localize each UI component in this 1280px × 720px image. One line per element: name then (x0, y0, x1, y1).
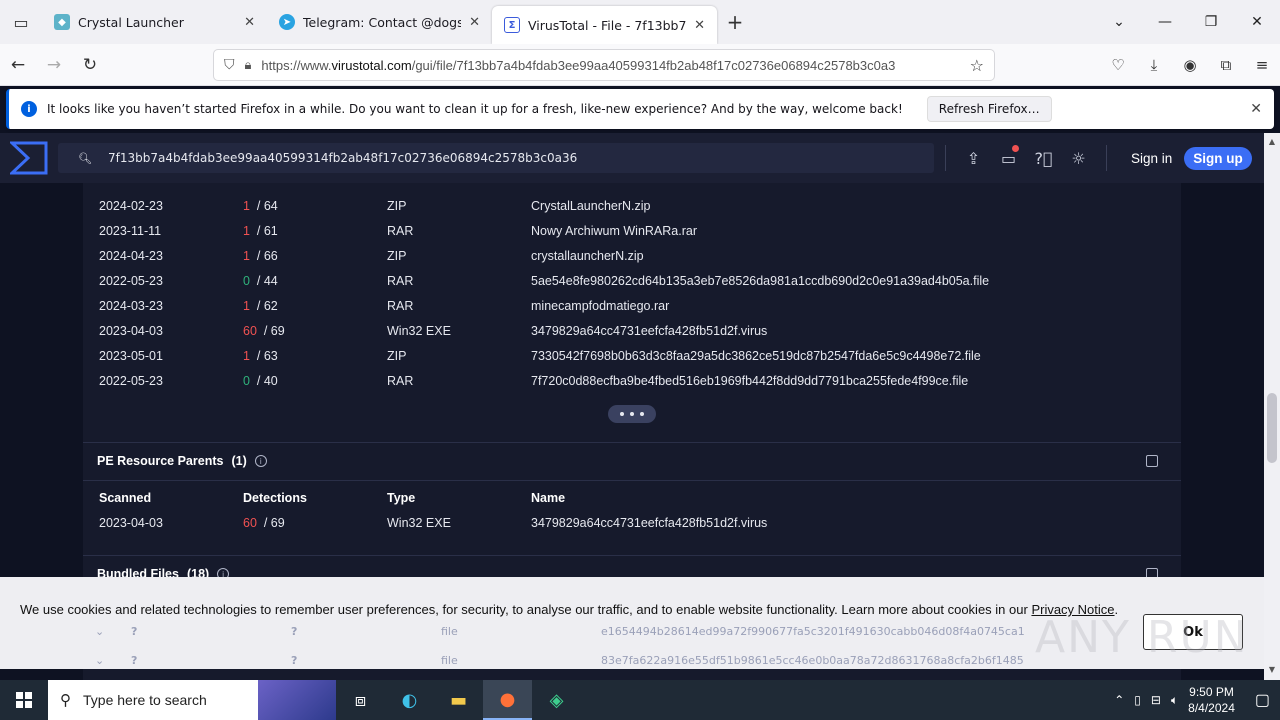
divider (83, 480, 1181, 481)
system-tray: ⌃ ▯ ⊟ 🔈︎ 9:50 PM 8/4/2024 ▢ (1114, 684, 1280, 716)
vt-header-actions: ⇪ ▭ ?⃝ ☼ Sign in Sign up (945, 133, 1252, 183)
tab-virustotal[interactable]: Σ VirusTotal - File - 7f13bb7a4b4f ✕ (492, 6, 717, 44)
cookie-text: We use cookies and related technologies … (20, 602, 1119, 617)
browser-tab-bar: ▭ ◆ Crystal Launcher ✕ ➤ Telegram: Conta… (0, 0, 1280, 44)
downloads-icon[interactable]: ⤓ (1136, 56, 1172, 74)
table-row[interactable]: 2023-04-03 60 / 69 Win32 EXE 3479829a64c… (99, 510, 1131, 535)
crystal-launcher-taskbar-icon[interactable]: ◈ (532, 680, 581, 720)
extensions-icon[interactable]: ⧉ (1208, 56, 1244, 74)
table-header: Scanned Detections Type Name (99, 490, 566, 505)
restore-icon[interactable]: ❐ (1188, 14, 1234, 30)
info-icon: i (21, 101, 37, 117)
upload-icon[interactable]: ⇪ (956, 149, 991, 168)
vt-search-input[interactable]: 🔍︎ 7f13bb7a4b4fdab3ee99aa40599314fb2ab48… (58, 143, 934, 173)
forward-icon[interactable]: → (36, 55, 72, 75)
search-highlight-image (258, 680, 336, 720)
page-scrollbar[interactable]: ▲ ▼ (1264, 133, 1280, 680)
clock[interactable]: 9:50 PM 8/4/2024 (1188, 684, 1235, 716)
account-icon[interactable]: ◉ (1172, 56, 1208, 74)
search-icon: 🔍︎ (78, 151, 92, 165)
table-row[interactable]: 2024-03-23 1 / 62 RAR minecampfodmatiego.ra… (99, 293, 1131, 318)
ghost-row: ⌄ ? ? file 83e7fa622a916e55df51b9861e5cc… (95, 654, 1024, 667)
virustotal-favicon-icon: Σ (504, 17, 520, 33)
network-icon[interactable]: ⊟ (1151, 693, 1161, 707)
sign-up-button[interactable]: Sign up (1184, 146, 1252, 170)
divider (83, 442, 1181, 443)
toolbar-right: ♡ ⤓ ◉ ⧉ ≡ (1100, 44, 1280, 86)
device-icon[interactable]: ▯ (1134, 693, 1141, 707)
divider (945, 145, 946, 171)
table-row[interactable]: 2023-04-03 60 / 69 Win32 EXE 3479829a64cc47… (99, 318, 1131, 343)
scroll-up-icon[interactable]: ▲ (1264, 137, 1280, 146)
notifications-icon[interactable]: ▢ (1255, 690, 1270, 710)
table-row[interactable]: 2023-05-01 1 / 63 ZIP 7330542f7698b0b63d3c8… (99, 343, 1131, 368)
table-row[interactable]: 2023-11-11 1 / 61 RAR Nowy Archiwum WinRARa… (99, 218, 1131, 243)
copy-icon[interactable] (1146, 455, 1158, 467)
virustotal-logo-icon[interactable] (0, 133, 58, 183)
theme-toggle-icon[interactable]: ☼ (1061, 149, 1096, 168)
vt-header: 🔍︎ 7f13bb7a4b4fdab3ee99aa40599314fb2ab48… (0, 133, 1264, 183)
table-row[interactable]: 2022-05-23 0 / 40 RAR 7f720c0d88ecfba9be4fb… (99, 368, 1131, 393)
back-icon[interactable]: ← (0, 55, 36, 75)
firefox-refresh-notification: i It looks like you haven’t started Fire… (6, 89, 1274, 129)
windows-taskbar: ⚲ Type here to search ⧈ ◐ ▬ ● ◈ ⌃ ▯ ⊟ 🔈︎… (0, 680, 1280, 720)
close-tab-icon[interactable]: ✕ (694, 18, 705, 33)
table-row[interactable]: 2022-05-23 0 / 44 RAR 5ae54e8fe980262cd64b1… (99, 268, 1131, 293)
divider (83, 555, 1181, 556)
close-window-icon[interactable]: ✕ (1234, 14, 1280, 30)
tab-title: Telegram: Contact @dogshouse (303, 14, 462, 30)
url-text[interactable]: https://www.virustotal.com/gui/file/7f13… (261, 58, 959, 73)
navigation-bar: ← → ↻ ⛉ 🔒︎ https://www.virustotal.com/gu… (0, 44, 1280, 86)
telegram-favicon-icon: ➤ (279, 14, 295, 30)
notification-text: It looks like you haven’t started Firefo… (47, 102, 903, 116)
close-tab-icon[interactable]: ✕ (469, 15, 480, 30)
shield-icon[interactable]: ⛉ (224, 57, 235, 73)
divider (1106, 145, 1107, 171)
address-bar[interactable]: ⛉ 🔒︎ https://www.virustotal.com/gui/file… (213, 49, 995, 81)
tab-title: Crystal Launcher (78, 14, 184, 30)
minimize-icon[interactable]: — (1142, 14, 1188, 30)
anyrun-watermark: ANY RUN (1035, 612, 1249, 663)
list-all-tabs-icon[interactable]: ⌄ (1096, 14, 1142, 30)
close-tab-icon[interactable]: ✕ (244, 15, 255, 30)
reload-icon[interactable]: ↻ (72, 55, 108, 75)
menu-icon[interactable]: ≡ (1244, 56, 1280, 74)
pe-section-title: PE Resource Parents (1) i (97, 454, 267, 468)
new-tab-button[interactable]: + (717, 10, 753, 34)
window-controls: ⌄ — ❐ ✕ (1096, 14, 1280, 30)
tab-telegram[interactable]: ➤ Telegram: Contact @dogshouse ✕ (267, 0, 492, 44)
task-view-icon[interactable]: ⧈ (336, 680, 385, 720)
windows-start-icon[interactable] (0, 680, 48, 720)
ghost-row: ⌄ ? ? file e1654494b28614ed99a72f990677f… (95, 625, 1025, 638)
search-icon: ⚲ (60, 692, 71, 709)
notification-dot (1012, 144, 1019, 152)
info-icon[interactable]: i (254, 455, 267, 467)
scroll-down-icon[interactable]: ▼ (1264, 665, 1280, 674)
taskbar-search-input[interactable]: ⚲ Type here to search (48, 680, 336, 720)
pocket-icon[interactable]: ♡ (1100, 56, 1136, 74)
lock-icon[interactable]: 🔒︎ (245, 58, 252, 73)
load-more-button[interactable] (608, 405, 656, 423)
tab-crystal-launcher[interactable]: ◆ Crystal Launcher ✕ (42, 0, 267, 44)
sign-in-link[interactable]: Sign in (1131, 151, 1172, 166)
search-value[interactable]: 7f13bb7a4b4fdab3ee99aa40599314fb2ab48f17… (108, 151, 577, 165)
scroll-thumb[interactable] (1267, 393, 1277, 463)
table-row[interactable]: 2024-02-23 1 / 64 ZIP CrystalLauncherN.zip (99, 193, 1131, 218)
chat-icon[interactable]: ▭ (991, 144, 1026, 168)
refresh-firefox-button[interactable]: Refresh Firefox… (926, 96, 1052, 122)
tab-title: VirusTotal - File - 7f13bb7a4b4f (528, 17, 687, 33)
edge-icon[interactable]: ◐ (385, 680, 434, 720)
bookmark-star-icon[interactable]: ☆ (970, 56, 984, 75)
firefox-icon[interactable]: ● (483, 680, 532, 720)
table-row[interactable]: 2024-04-23 1 / 66 ZIP crystallauncherN.zip (99, 243, 1131, 268)
close-notification-icon[interactable]: ✕ (1250, 101, 1262, 117)
file-explorer-icon[interactable]: ▬ (434, 680, 483, 720)
crystal-favicon-icon: ◆ (54, 14, 70, 30)
chevron-up-icon[interactable]: ⌃ (1114, 693, 1124, 707)
volume-icon[interactable]: 🔈︎ (1171, 693, 1178, 708)
help-icon[interactable]: ?⃝ (1026, 149, 1061, 168)
tab-list-icon[interactable]: ▭ (0, 0, 42, 44)
